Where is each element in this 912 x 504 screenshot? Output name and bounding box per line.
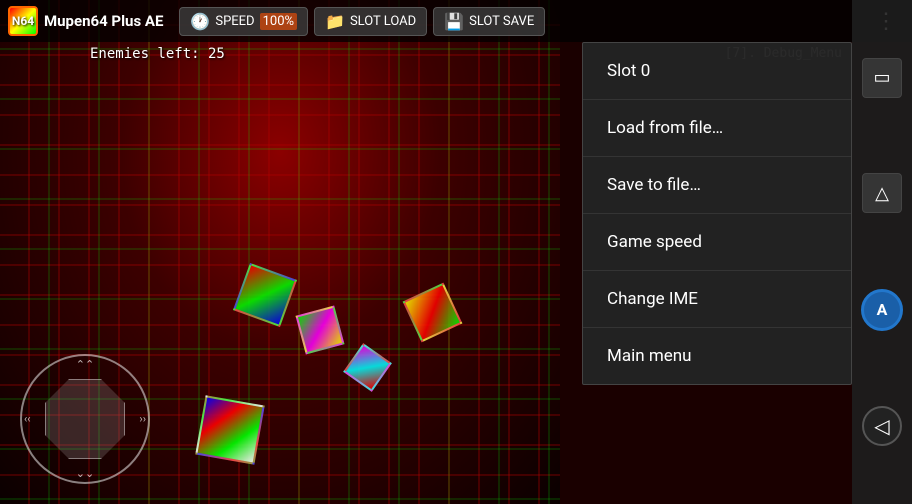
clock-icon: 🕐 (190, 12, 210, 31)
back-button[interactable]: ◁ (862, 406, 902, 446)
slot-save-label: SLOT SAVE (469, 14, 534, 29)
back-icon: ◁ (874, 414, 889, 438)
a-label: A (877, 300, 888, 319)
slot-load-label: SLOT LOAD (350, 14, 416, 29)
app-icon: N64 (8, 6, 38, 36)
joystick-right-arrow: ›› (139, 413, 146, 426)
menu-item-slot0[interactable]: Slot 0 (583, 43, 851, 100)
joystick-control[interactable]: ⌃⌃ ⌄⌄ ‹‹ ›› (20, 354, 150, 484)
slot-save-button[interactable]: 💾 SLOT SAVE (433, 7, 545, 36)
menu-item-save-file[interactable]: Save to file… (583, 157, 851, 214)
recents-button[interactable]: ▭ (862, 58, 902, 98)
joystick-inner-pad (45, 379, 125, 459)
speed-value: 100% (260, 13, 297, 30)
floppy-icon: 💾 (444, 12, 464, 31)
folder-icon: 📁 (325, 12, 345, 31)
joystick-left-arrow: ‹‹ (24, 413, 31, 426)
home-button[interactable]: △ (862, 173, 902, 213)
menu-item-change-ime[interactable]: Change IME (583, 271, 851, 328)
a-button[interactable]: A (861, 289, 903, 331)
menu-item-load-file[interactable]: Load from file… (583, 100, 851, 157)
game-cube-5 (195, 395, 265, 465)
joystick-up-arrow: ⌃⌃ (76, 358, 94, 371)
system-buttons: ▭ △ A ◁ (852, 0, 912, 504)
menu-item-game-speed[interactable]: Game speed (583, 214, 851, 271)
hud-enemies: Enemies left: 25 (90, 46, 225, 62)
joystick-down-arrow: ⌄⌄ (76, 467, 94, 480)
speed-button[interactable]: 🕐 SPEED 100% (179, 7, 308, 36)
home-icon: △ (875, 183, 889, 204)
top-bar: N64 Mupen64 Plus AE 🕐 SPEED 100% 📁 SLOT … (0, 0, 912, 42)
recents-icon: ▭ (873, 67, 890, 88)
speed-label: SPEED (215, 14, 254, 29)
dropdown-menu: Slot 0Load from file…Save to file…Game s… (582, 42, 852, 385)
app-title: Mupen64 Plus AE (44, 12, 163, 30)
slot-load-button[interactable]: 📁 SLOT LOAD (314, 7, 427, 36)
menu-item-main-menu[interactable]: Main menu (583, 328, 851, 384)
